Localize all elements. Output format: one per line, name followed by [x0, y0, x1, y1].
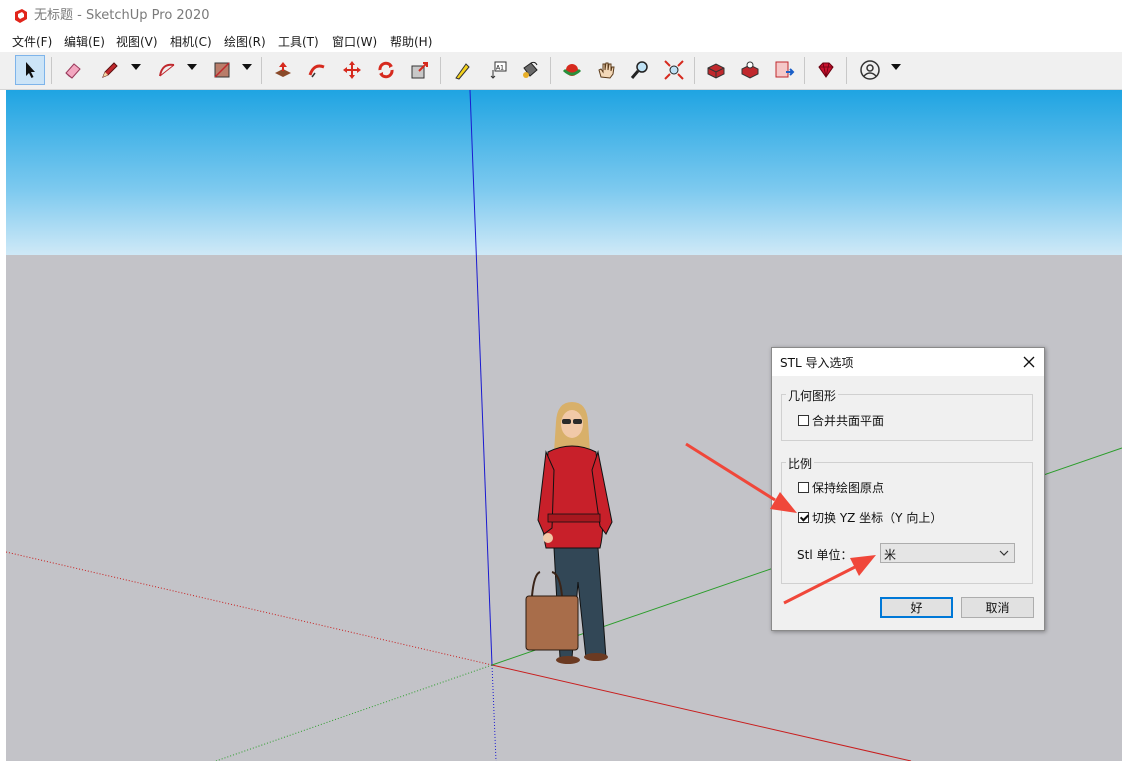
layout-button[interactable]	[769, 55, 799, 85]
swap-yz-label: 切换 YZ 坐标（Y 向上）	[812, 511, 943, 525]
rotate-tool-button[interactable]	[371, 55, 401, 85]
ok-button[interactable]: 好	[880, 597, 953, 618]
extension-warehouse-button[interactable]	[735, 55, 765, 85]
eraser-tool-button[interactable]	[58, 55, 88, 85]
toolbar-separator	[550, 57, 551, 84]
extension-warehouse-icon	[741, 61, 759, 79]
zoom-tool-button[interactable]	[625, 55, 655, 85]
blue-axis-dotted	[491, 664, 497, 761]
text-tool-label: A1	[496, 65, 504, 72]
tape-measure-tool-button[interactable]	[447, 55, 477, 85]
swap-yz-checkbox[interactable]	[798, 512, 809, 523]
arc-icon	[159, 63, 175, 77]
orbit-icon	[562, 64, 582, 76]
dialog-titlebar: STL 导入选项	[772, 348, 1044, 376]
toolbar-separator	[51, 57, 52, 84]
geometry-group-label: 几何图形	[786, 387, 839, 404]
ruby-icon	[818, 62, 834, 78]
tape-measure-icon	[455, 63, 470, 80]
zoom-extents-icon	[664, 60, 684, 80]
3d-warehouse-icon	[707, 63, 725, 79]
preserve-origin-label: 保持绘图原点	[812, 481, 885, 495]
pan-tool-button[interactable]	[591, 55, 621, 85]
red-axis	[491, 664, 912, 761]
pencil-icon	[102, 62, 118, 78]
pencil-tool-button[interactable]	[95, 55, 125, 85]
green-axis-dotted	[215, 664, 493, 761]
merge-coplanar-label: 合并共面平面	[812, 414, 885, 428]
zoom-icon	[630, 61, 648, 79]
arc-dropdown-icon[interactable]	[187, 64, 197, 70]
menu-tools[interactable]: 工具(T)	[278, 34, 319, 50]
orbit-tool-button[interactable]	[557, 55, 587, 85]
red-axis-dotted	[6, 551, 493, 666]
account-button[interactable]	[855, 55, 885, 85]
text-icon: A1	[490, 61, 507, 79]
ruby-console-button[interactable]	[811, 55, 841, 85]
toolbar-separator	[261, 57, 262, 84]
move-icon	[343, 61, 361, 79]
paint-bucket-icon	[523, 61, 538, 78]
select-icon	[26, 62, 35, 78]
toolbar-separator	[846, 57, 847, 84]
toolbar-separator	[804, 57, 805, 84]
menu-file[interactable]: 文件(F)	[12, 34, 52, 50]
select-tool-button[interactable]	[15, 55, 45, 85]
stl-unit-label: Stl 单位：	[797, 548, 853, 562]
scale-tool-button[interactable]	[405, 55, 435, 85]
scale-icon	[411, 62, 428, 79]
blue-axis	[469, 90, 493, 666]
menu-camera[interactable]: 相机(C)	[170, 34, 212, 50]
zoom-extents-tool-button[interactable]	[659, 55, 689, 85]
pan-icon	[598, 62, 615, 79]
account-dropdown-icon[interactable]	[891, 64, 901, 70]
chevron-down-icon	[999, 550, 1009, 556]
account-icon	[860, 60, 880, 80]
close-icon[interactable]	[1022, 355, 1036, 369]
rotate-icon	[378, 61, 394, 79]
stl-unit-value: 米	[884, 548, 897, 562]
push-pull-icon	[275, 62, 291, 77]
sketchup-logo-icon	[15, 9, 27, 23]
menu-bar: 文件(F) 编辑(E) 视图(V) 相机(C) 绘图(R) 工具(T) 窗口(W…	[0, 32, 1122, 52]
cancel-button[interactable]: 取消	[961, 597, 1034, 618]
merge-coplanar-checkbox[interactable]	[798, 415, 809, 426]
merge-coplanar-option[interactable]: 合并共面平面	[798, 412, 884, 429]
scale-group-label: 比例	[786, 455, 815, 472]
rectangle-dropdown-icon[interactable]	[242, 64, 252, 70]
layout-icon	[775, 61, 795, 78]
toolbar-separator	[694, 57, 695, 84]
follow-me-tool-button[interactable]	[302, 55, 332, 85]
push-pull-tool-button[interactable]	[268, 55, 298, 85]
menu-draw[interactable]: 绘图(R)	[224, 34, 266, 50]
menu-help[interactable]: 帮助(H)	[390, 34, 432, 50]
preserve-origin-option[interactable]: 保持绘图原点	[798, 479, 884, 496]
stl-unit-select[interactable]: 米	[880, 543, 1015, 563]
arc-tool-button[interactable]	[152, 55, 182, 85]
menu-edit[interactable]: 编辑(E)	[64, 34, 105, 50]
title-bar: 无标题 - SketchUp Pro 2020	[0, 0, 1122, 32]
menu-window[interactable]: 窗口(W)	[332, 34, 377, 50]
follow-me-icon	[308, 64, 325, 78]
3d-warehouse-button[interactable]	[701, 55, 731, 85]
stl-import-options-dialog: STL 导入选项 几何图形 合并共面平面 比例 保持绘图原点 切换 YZ 坐标（…	[771, 347, 1045, 631]
dialog-title: STL 导入选项	[780, 356, 854, 370]
main-toolbar: A1	[0, 52, 1122, 90]
paint-bucket-tool-button[interactable]	[515, 55, 545, 85]
swap-yz-option[interactable]: 切换 YZ 坐标（Y 向上）	[798, 509, 942, 526]
scale-figure	[525, 402, 613, 664]
pencil-dropdown-icon[interactable]	[131, 64, 141, 70]
rectangle-tool-button[interactable]	[207, 55, 237, 85]
eraser-icon	[65, 63, 81, 79]
rectangle-icon	[214, 62, 230, 78]
toolbar-separator	[440, 57, 441, 84]
menu-view[interactable]: 视图(V)	[116, 34, 158, 50]
text-tool-button[interactable]: A1	[482, 55, 512, 85]
move-tool-button[interactable]	[337, 55, 367, 85]
window-title: 无标题 - SketchUp Pro 2020	[34, 8, 210, 23]
preserve-origin-checkbox[interactable]	[798, 482, 809, 493]
